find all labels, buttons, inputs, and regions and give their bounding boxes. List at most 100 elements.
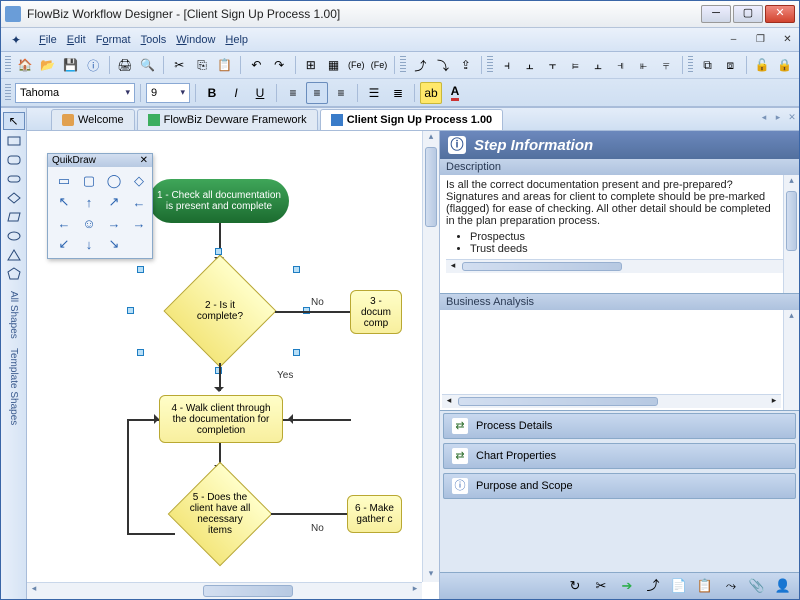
foot-doc-icon[interactable]: 📄 [669,576,689,596]
print-preview-icon[interactable]: 🔍 [137,54,158,76]
qd-ellipse-icon[interactable]: ◯ [102,171,126,191]
menu-tools[interactable]: Tools [141,34,167,46]
info-icon[interactable]: ⓘ [83,54,104,76]
upload-icon[interactable]: ⇪ [455,54,476,76]
minimize-button[interactable]: ─ [701,5,731,23]
shape-terminator-icon[interactable] [4,171,24,187]
group-icon[interactable]: ⧉ [697,54,718,76]
mdi-restore-button[interactable]: ❐ [753,34,768,46]
open-icon[interactable]: 📂 [37,54,58,76]
purpose-scope-bar[interactable]: ⓘPurpose and Scope [443,473,796,499]
foot-tools-icon[interactable]: ✂ [591,576,611,596]
qd-diamond-icon[interactable]: ◇ [127,171,151,191]
align-text-center-button[interactable]: ≡ [306,82,328,104]
align-text-left-button[interactable]: ≡ [282,82,304,104]
lock-open-icon[interactable]: 🔓 [752,54,773,76]
foot-refresh-icon[interactable]: ↻ [565,576,585,596]
chart-properties-bar[interactable]: ⇄Chart Properties [443,443,796,469]
qd-rrect-icon[interactable]: ▢ [77,171,101,191]
app-menu-icon[interactable]: ✦ [5,29,27,51]
shape-parallelogram-icon[interactable] [4,209,24,225]
selection-handle[interactable] [293,349,300,356]
qd-arrow-blank-icon[interactable] [127,234,151,254]
template-shapes-tab[interactable]: Template Shapes [8,348,19,425]
highlight-button[interactable]: ab [420,82,442,104]
description-text[interactable]: Is all the correct documentation present… [440,175,799,293]
selection-handle[interactable] [215,248,222,255]
bracket-left-icon[interactable]: (Fe) [346,54,367,76]
home-icon[interactable]: 🏠 [15,54,36,76]
business-analysis-text[interactable]: ▴ ◂▸ [440,310,799,410]
qd-arrow-e-icon[interactable]: ← [52,213,76,233]
tab-scroll-left[interactable]: ◂ [757,112,771,130]
process-details-bar[interactable]: ⇄Process Details [443,413,796,439]
shape-rectangle-icon[interactable] [4,133,24,149]
mdi-minimize-button[interactable]: – [726,34,741,46]
distribute-h-icon[interactable]: ⫦ [633,54,654,76]
qd-arrow-ne-icon[interactable]: ↗ [102,192,126,212]
bullets-button[interactable]: ☰ [363,82,385,104]
toolbar-grip-2[interactable] [400,56,406,74]
canvas-h-scrollbar[interactable]: ◂ ▸ [27,582,422,599]
align-top-icon[interactable]: ⫢ [565,54,586,76]
align-center-h-icon[interactable]: ⫠ [519,54,540,76]
maximize-button[interactable]: ▢ [733,5,763,23]
foot-person-icon[interactable]: 👤 [773,576,793,596]
qd-person-icon[interactable]: ☺ [77,213,101,233]
toolbar-grip[interactable] [5,56,11,74]
numbering-button[interactable]: ≣ [387,82,409,104]
font-family-select[interactable]: Tahoma▾ [15,83,135,103]
qd-rect-icon[interactable]: ▭ [52,171,76,191]
ungroup-icon[interactable]: ⧈ [720,54,741,76]
copy-icon[interactable]: ⎘ [192,54,213,76]
shape-pentagon-icon[interactable] [4,266,24,282]
shape-rounded-rect-icon[interactable] [4,152,24,168]
align-left-icon[interactable]: ⫞ [497,54,518,76]
toolbar-font-grip[interactable] [5,84,11,102]
selection-handle[interactable] [127,307,134,314]
close-button[interactable]: ✕ [765,5,795,23]
all-shapes-tab[interactable]: All Shapes [8,291,19,339]
qd-arrow-nw-icon[interactable]: ↖ [52,192,76,212]
undo-icon[interactable]: ↶ [246,54,267,76]
canvas[interactable]: 1 - Check all documentation is present a… [27,131,439,599]
mdi-close-button[interactable]: ✕ [780,34,795,46]
align-text-right-button[interactable]: ≡ [330,82,352,104]
menu-file[interactable]: File [39,34,57,46]
qd-arrow-n-icon[interactable]: ↑ [77,192,101,212]
selection-handle[interactable] [293,266,300,273]
paste-icon[interactable]: 📋 [214,54,235,76]
align-bottom-icon[interactable]: ⫣ [610,54,631,76]
tab-welcome[interactable]: Welcome [51,109,135,130]
selection-handle[interactable] [137,266,144,273]
flowchart-step-1[interactable]: 1 - Check all documentation is present a… [149,179,289,223]
flowchart-step-2[interactable]: 2 - Is it complete? [163,254,276,367]
shape-diamond-icon[interactable] [4,190,24,206]
tab-scroll-right[interactable]: ▸ [771,112,785,130]
menu-help[interactable]: Help [225,34,248,46]
tab-client-signup[interactable]: Client Sign Up Process 1.00 [320,109,504,130]
foot-checklist-icon[interactable]: 📋 [695,576,715,596]
bracket-right-icon[interactable]: (Fe) [369,54,390,76]
flowchart-step-5[interactable]: 5 - Does the client have all necessary i… [168,462,273,567]
save-icon[interactable]: 💾 [60,54,81,76]
align-right-icon[interactable]: ⫟ [542,54,563,76]
flowchart-step-3[interactable]: 3 - docum comp [350,290,402,334]
foot-link-icon[interactable]: ⤳ [721,576,741,596]
qd-arrow-se2-icon[interactable]: ↘ [102,234,126,254]
shape-triangle-icon[interactable] [4,247,24,263]
ba-h-scrollbar[interactable]: ◂▸ [442,394,781,408]
align-middle-icon[interactable]: ⫠ [588,54,609,76]
font-color-button[interactable]: A [444,82,466,104]
grid-icon[interactable]: ⊞ [300,54,321,76]
tab-devware[interactable]: FlowBiz Devware Framework [137,109,318,130]
cut-icon[interactable]: ✂ [169,54,190,76]
menu-window[interactable]: Window [176,34,215,46]
bold-button[interactable]: B [201,82,223,104]
toolbar-grip-3[interactable] [487,56,493,74]
foot-export-icon[interactable]: ⤴ [643,576,663,596]
quikdraw-palette[interactable]: QuikDraw✕ ▭ ▢ ◯ ◇ ↖ ↑ ↗ ← ← ☺ → → [47,153,153,259]
flowchart-step-4[interactable]: 4 - Walk client through the documentatio… [159,395,283,443]
qd-arrow-right-icon[interactable]: → [102,213,126,233]
print-icon[interactable]: 🖨 [115,54,136,76]
